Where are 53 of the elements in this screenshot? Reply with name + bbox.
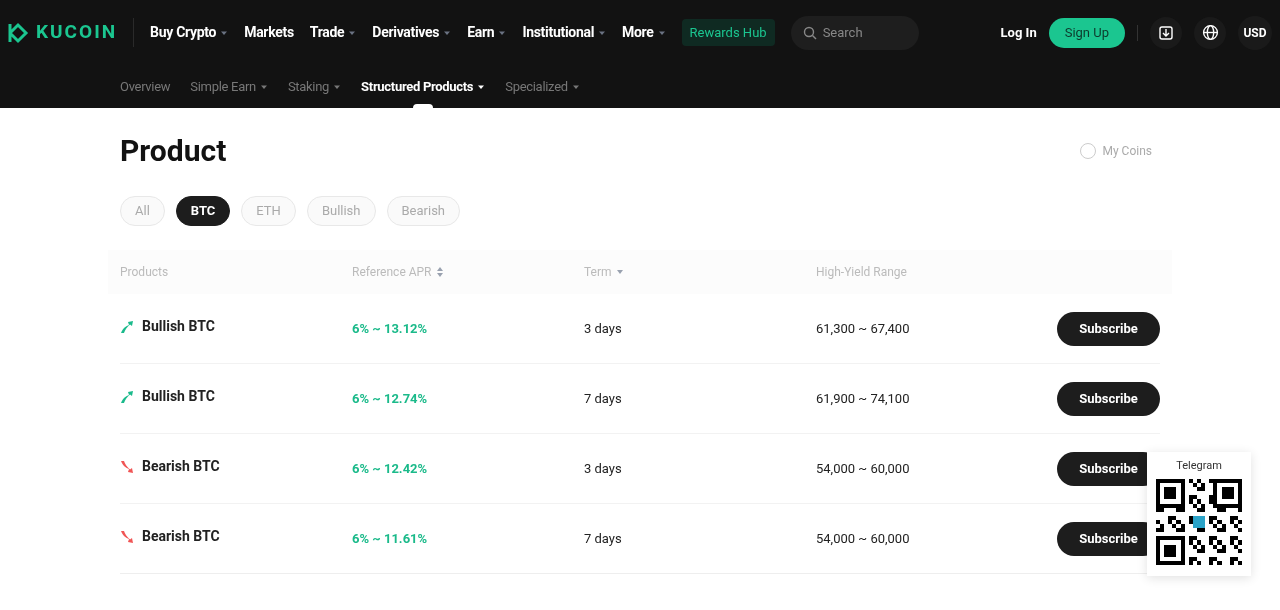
column-header: High-Yield Range (816, 264, 907, 281)
apr-value: 6% ~ 12.42% (352, 459, 429, 478)
range-value: 61,900 ~ 74,100 (816, 389, 911, 408)
search-field[interactable]: Search (790, 15, 919, 50)
term-value: 3 days (584, 459, 623, 478)
filter-chip[interactable]: BTC (175, 196, 231, 226)
qr-title: Telegram (1176, 458, 1222, 474)
nav-link[interactable]: Trade (309, 22, 357, 43)
apr-value: 6% ~ 13.12% (352, 319, 429, 338)
logo-icon (8, 21, 30, 44)
range-value: 54,000 ~ 60,000 (816, 529, 911, 548)
logo-text[interactable]: KUCOIN (36, 18, 118, 47)
apr-value: 6% ~ 11.61% (352, 529, 429, 548)
login-link[interactable]: Log In (1000, 22, 1037, 43)
trend-down-icon (120, 530, 134, 544)
download-button[interactable] (1150, 16, 1182, 49)
nav-link[interactable]: Markets (244, 22, 294, 43)
product-name: Bearish BTC (142, 457, 220, 476)
currency-button[interactable]: USD (1238, 15, 1272, 50)
term-value: 7 days (584, 529, 623, 548)
globe-icon (1201, 24, 1219, 41)
nav-link[interactable]: More (622, 22, 666, 43)
subscribe-button[interactable]: Subscribe (1057, 311, 1160, 346)
range-value: 61,300 ~ 67,400 (816, 319, 911, 338)
page-title: Product (120, 132, 227, 170)
trend-up-icon (120, 320, 134, 334)
term-value: 7 days (584, 389, 623, 408)
subnav-tab[interactable]: Overview (120, 65, 171, 108)
subnav-tab[interactable]: Simple Earn (190, 65, 268, 108)
trend-down-icon (120, 460, 134, 474)
product-name: Bullish BTC (142, 317, 215, 336)
trend-up-icon (120, 390, 134, 404)
sort-icon (615, 268, 624, 276)
product-name: Bullish BTC (142, 387, 215, 406)
subnav-tab[interactable]: Structured Products (361, 65, 486, 108)
subnav-tab[interactable]: Staking (287, 65, 342, 108)
nav-link[interactable]: Institutional (522, 22, 607, 43)
apr-value: 6% ~ 12.74% (352, 389, 429, 408)
column-header: Products (120, 264, 169, 281)
signup-button[interactable]: Sign Up (1048, 17, 1125, 48)
sort-icon (435, 266, 444, 278)
rewards-hub-link[interactable]: Rewards Hub (681, 18, 775, 47)
search-icon (802, 25, 817, 40)
nav-link[interactable]: Derivatives (372, 22, 452, 43)
download-icon (1158, 24, 1174, 41)
range-value: 54,000 ~ 60,000 (816, 459, 911, 478)
subnav-tab[interactable]: Specialized (505, 65, 580, 108)
language-button[interactable] (1194, 16, 1226, 49)
nav-link[interactable]: Buy Crypto (150, 22, 229, 43)
nav-link[interactable]: Earn (467, 22, 507, 43)
term-value: 3 days (584, 319, 623, 338)
subscribe-button[interactable]: Subscribe (1057, 381, 1160, 416)
product-name: Bearish BTC (142, 527, 220, 546)
